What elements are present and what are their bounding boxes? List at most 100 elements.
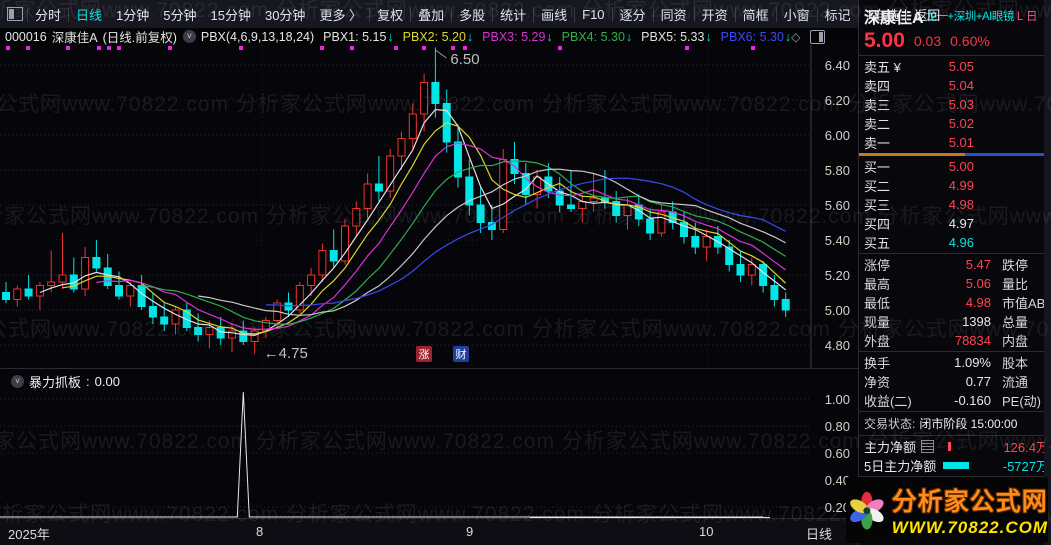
signal-dot <box>168 46 172 50</box>
signal-dot <box>107 46 111 50</box>
menu-item-逐分[interactable]: 逐分 <box>613 5 653 24</box>
menu-items: 分时 日线 1分钟 5分钟 15分钟 30分钟 更多 〉复权 叠加 多股 统计 画线 F10 逐分 同资开… <box>27 5 947 24</box>
net5-row[interactable]: 5日主力净额 -5727万 <box>859 456 1051 475</box>
menu-item-F10[interactable]: F10 <box>575 7 611 22</box>
bid-volume: 1 <box>974 178 1051 193</box>
menu-item-统计[interactable]: 统计 <box>493 5 533 24</box>
stat-label: 净资 <box>864 375 891 390</box>
menu-item-日线[interactable]: 日线 <box>69 5 109 24</box>
chevron-down-icon[interactable]: ˅ <box>182 30 196 43</box>
stat-row: 现量1398总量1 <box>859 312 1051 331</box>
collapse-indicator-icon[interactable]: ˅ <box>11 375 24 388</box>
stat-label: 总量 <box>1002 315 1029 330</box>
trade-status-row: 交易状态: 闭市阶段 15:00:00 <box>859 413 1051 434</box>
stat-value: 0.77 <box>965 374 991 389</box>
signal-dot <box>66 46 70 50</box>
svg-text:5.40: 5.40 <box>825 233 850 248</box>
bid-row[interactable]: 买二 4.991 <box>859 176 1051 195</box>
net5-label: 5日主力净额 <box>864 459 937 474</box>
last-price: 5.00 <box>864 29 905 52</box>
panel-scrollbar[interactable] <box>1044 0 1051 545</box>
pbx-legend-item-5: PBX5: 5.33↓ <box>641 29 712 44</box>
ask-row[interactable]: 卖四 5.041 <box>859 76 1051 95</box>
menu-item-5分钟[interactable]: 5分钟 <box>156 5 203 24</box>
bid-price: 5.00 <box>948 159 974 174</box>
time-axis[interactable]: 2025年 8 9 10 日线 <box>0 518 858 545</box>
pbx-legend-item-2: PBX2: 5.20↓ <box>402 29 474 44</box>
menu-item-同资[interactable]: 同资 <box>654 5 694 24</box>
ask-row[interactable]: 卖三 5.03 <box>859 95 1051 114</box>
menu-item-复权[interactable]: 复权 <box>370 5 410 24</box>
window-layout-icon[interactable] <box>7 7 23 21</box>
chart-mode: (日线.前复权) <box>102 31 177 45</box>
main-net-row[interactable]: 主力净额 126.4万 <box>859 437 1051 456</box>
pbx4-line <box>141 160 787 325</box>
bid-ask-ratio-bar <box>859 153 1051 156</box>
signal-dot <box>350 46 354 50</box>
down-arrow-icon: ↓ <box>625 29 633 44</box>
divider <box>859 435 1051 436</box>
flower-logo-icon <box>850 491 884 530</box>
net5-bar <box>943 462 970 469</box>
menu-item-标记[interactable]: 标记 <box>818 5 858 24</box>
bid-row[interactable]: 买一 5.001 <box>859 157 1051 176</box>
menu-item-多股[interactable]: 多股 <box>452 5 492 24</box>
detail-list-icon[interactable] <box>921 440 935 453</box>
indicator-sub-chart[interactable]: ˅ 暴力抓板 : 0.00 1.00 0.80 0.60 0.40 0.20 <box>0 368 858 519</box>
menu-item-30分钟[interactable]: 30分钟 <box>258 5 312 24</box>
pbx-legend: PBX1: 5.15↓ PBX2: 5.20↓ PBX3: 5.29↓ PBX4: 5… <box>314 30 791 44</box>
stat-label: 量比 <box>1002 277 1029 292</box>
signal-dot <box>239 46 243 50</box>
down-arrow-icon: ↓ <box>387 29 394 44</box>
menu-item-15分钟[interactable]: 15分钟 <box>204 5 258 24</box>
indicator-info-bar: 000016 深康佳A (日线.前复权) ˅ PBX(4,6,9,13,18,2… <box>0 28 858 45</box>
stat-label: 最高 <box>864 277 891 292</box>
signal-dot <box>320 46 324 50</box>
bid-row[interactable]: 买四 4.972 <box>859 214 1051 233</box>
ask-label: 卖四 <box>864 79 891 94</box>
menu-item-1分钟[interactable]: 1分钟 <box>109 5 156 24</box>
stock-code: 000016 <box>5 29 47 44</box>
svg-text:涨: 涨 <box>419 348 430 361</box>
menu-item-更多 〉[interactable]: 更多 〉 <box>312 5 369 24</box>
stock-name: 深康佳A <box>51 31 98 45</box>
menu-item-返回[interactable]: 返回 <box>907 5 947 24</box>
signal-dot <box>394 46 398 50</box>
stat-value: 1398 <box>962 314 991 329</box>
indicator-name: PBX(4,6,9,13,18,24) <box>200 29 315 44</box>
signal-dot <box>6 46 10 50</box>
sub-chart-canvas[interactable]: 1.000.800.600.400.20 <box>0 369 858 519</box>
menu-item-简框[interactable]: 简框 <box>736 5 776 24</box>
ask-row[interactable]: 卖二 5.022 <box>859 114 1051 133</box>
divider <box>859 351 1051 352</box>
pbx-legend-item-1: PBX1: 5.15↓ <box>323 29 394 44</box>
menu-item-画线[interactable]: 画线 <box>534 5 574 24</box>
bid-price: 4.99 <box>948 178 974 193</box>
menu-item-小窗[interactable]: 小窗 <box>777 5 817 24</box>
ask-row[interactable]: 卖五 ¥ 5.051 <box>859 57 1051 76</box>
stat-label: 换手 <box>864 356 891 371</box>
menu-item-叠加[interactable]: 叠加 <box>411 5 451 24</box>
menu-item-开资[interactable]: 开资 <box>695 5 735 24</box>
panel-toggle-icon[interactable] <box>810 29 826 44</box>
svg-text:4.80: 4.80 <box>825 338 850 353</box>
menu-item-+自选[interactable]: +自选 <box>859 5 907 24</box>
month-label-9: 9 <box>466 524 474 539</box>
signal-dot <box>97 46 101 50</box>
logo-site-url: WWW.70822.COM <box>891 518 1048 537</box>
bid-label: 买三 <box>864 198 891 213</box>
ask-price: 5.04 <box>948 78 974 93</box>
svg-text:6.00: 6.00 <box>825 128 850 143</box>
candlestick-series <box>2 47 790 354</box>
menu-item-分时[interactable]: 分时 <box>28 5 68 24</box>
ask-row[interactable]: 卖一 5.011 <box>859 133 1051 152</box>
bid-row[interactable]: 买三 4.982 <box>859 195 1051 214</box>
main-candle-chart[interactable]: 6.40 6.20 6.00 5.80 5.60 5.40 5.20 5.00 4.80 6.50… <box>0 45 858 368</box>
svg-text:6.20: 6.20 <box>825 93 850 108</box>
svg-text:5.60: 5.60 <box>825 198 850 213</box>
bid-row[interactable]: 买五 4.961 <box>859 233 1051 252</box>
diamond-icon[interactable]: ◇ <box>791 30 800 44</box>
bid-label: 买四 <box>864 217 891 232</box>
stat-label: 跌停 <box>1002 258 1029 273</box>
pbx-legend-item-4: PBX4: 5.30↓ <box>561 29 633 44</box>
